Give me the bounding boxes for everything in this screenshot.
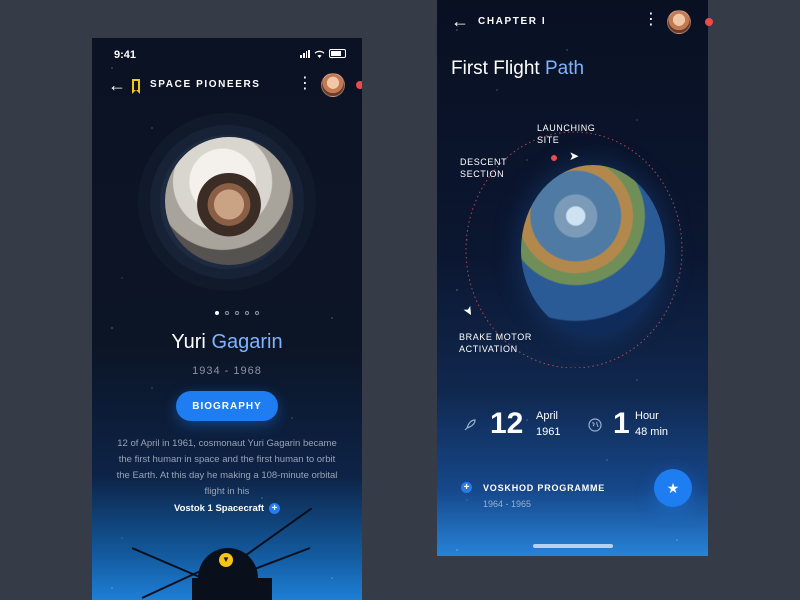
brake-motor-label: BRAKE MOTOR ACTIVATION [459,332,532,354]
title-accent: Path [544,58,585,79]
page-title: First Flight Path [451,58,584,80]
rocket-icon [464,419,476,431]
stat-hours: 1 [613,407,630,440]
home-indicator[interactable] [533,544,613,548]
signal-icon [300,49,310,58]
stat-year: 1961 [536,426,561,438]
carousel-dot[interactable] [225,311,229,315]
stat-minutes: 48 min [635,426,669,438]
launch-marker [551,155,557,161]
plus-icon[interactable]: + [269,503,281,514]
chevron-down-icon[interactable]: ▼ [219,553,233,567]
avatar[interactable] [667,10,691,34]
launching-site-label: LAUNCHING SITE [537,123,596,145]
wifi-icon [314,50,325,58]
avatar[interactable] [321,73,345,97]
carousel-dots [215,311,259,315]
carousel-dot[interactable] [255,311,259,315]
bookmark-icon[interactable] [132,79,140,94]
more-menu-icon[interactable]: ⋮ [297,76,313,92]
more-menu-icon[interactable]: ⋮ [643,12,659,28]
carousel-dot[interactable] [235,311,239,315]
stat-month: April [536,410,559,422]
spacecraft-link-row[interactable]: Vostok 1 Spacecraft + [152,503,302,514]
carousel-dot[interactable] [215,311,219,315]
earth-globe [521,165,665,335]
notification-dot [356,81,362,89]
life-years: 1934 - 1968 [192,365,262,377]
descent-section-label: DESCENT SECTION [460,157,508,179]
back-arrow-icon[interactable]: ← [108,76,126,94]
programme-years: 1964 - 1965 [483,499,532,509]
person-name: Yuri Gagarin [92,331,362,354]
first-name: Yuri [171,331,206,353]
chapter-title: CHAPTER I [478,16,547,27]
rocket-icon: ➤ [569,149,580,163]
bio-text: 12 of April in 1961, cosmonaut Yuri Gaga… [116,438,338,497]
stat-day: 12 [490,407,524,440]
header-title: SPACE PIONEERS [150,79,261,90]
programme-name[interactable]: VOSKHOD PROGRAMME [483,483,605,493]
notification-dot [705,18,713,26]
plus-icon[interactable]: + [461,482,472,493]
favorite-button[interactable]: ★ [654,469,692,507]
status-icons [300,49,346,58]
star-icon: ★ [666,479,680,496]
spacecraft-link[interactable]: Vostok 1 Spacecraft [174,503,264,514]
status-time: 9:41 [114,49,137,61]
globe-icon [588,418,602,432]
back-arrow-icon[interactable]: ← [451,12,469,30]
astronaut-portrait [165,137,293,265]
first-flight-screen: ← CHAPTER I ⋮ First Flight Path LAUNCHIN… [437,0,708,556]
biography-button[interactable]: BIOGRAPHY [176,391,278,421]
title-main: First Flight [451,58,540,79]
space-pioneers-screen: 9:41 ← SPACE PIONEERS ⋮ Yuri Gagarin 193… [92,38,362,600]
stat-hour-unit: Hour [635,410,659,422]
carousel-dot[interactable] [245,311,249,315]
last-name: Gagarin [211,331,283,353]
battery-icon [329,49,346,58]
